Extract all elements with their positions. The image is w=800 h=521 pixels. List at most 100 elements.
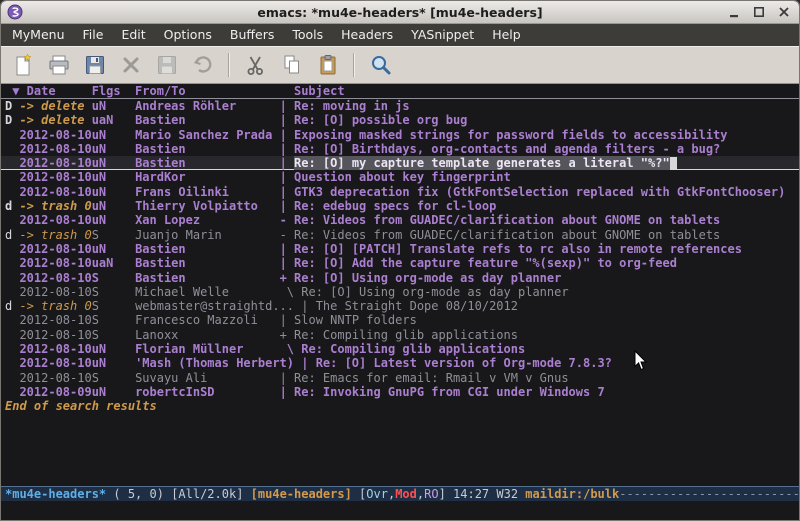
row-from: Bastien xyxy=(135,242,280,256)
modified-indicator: Mod xyxy=(395,487,417,501)
copy-button[interactable] xyxy=(278,51,305,79)
header-row[interactable]: 2012-08-10uN 'Mash (Thomas Herbert) | Re… xyxy=(1,356,799,370)
header-row[interactable]: 2012-08-10S Francesco Mazzoli | Slow NNT… xyxy=(1,313,799,327)
header-row[interactable]: 2012-08-10uN Frans Oilinki | GTK3 deprec… xyxy=(1,185,799,199)
row-subject: Re: [O] Birthdays, org-contacts and agen… xyxy=(294,142,720,156)
header-row[interactable]: 2012-08-10uN Florian Müllner \ Re: Compi… xyxy=(1,342,799,356)
echo-area[interactable] xyxy=(1,501,799,520)
maildir-path: maildir:/bulk xyxy=(525,487,619,501)
header-row[interactable]: 2012-08-10S Michael Welle \ Re: [O] Usin… xyxy=(1,285,799,299)
row-flags: uN xyxy=(92,199,135,213)
copy-icon xyxy=(280,53,304,77)
mode-line[interactable]: *mu4e-headers* ( 5, 0) [All/2.0k] [mu4e-… xyxy=(1,486,799,501)
row-from: Andreas Röhler xyxy=(135,99,280,113)
row-flags: uN xyxy=(92,385,135,399)
row-from: Bastien xyxy=(135,256,280,270)
row-date: 2012-08-10 xyxy=(19,170,91,184)
print-icon xyxy=(47,53,71,77)
row-flags: uN xyxy=(92,356,135,370)
row-from: Florian Müllner xyxy=(135,342,280,356)
major-mode[interactable]: [mu4e-headers] xyxy=(251,487,359,501)
row-subject: Re: [O] Using org-mode as day planner xyxy=(301,285,568,299)
save-button[interactable] xyxy=(81,51,108,79)
thread-indicator: | xyxy=(280,385,294,399)
row-subject: Re: [O] Add the capture feature "%(sexp)… xyxy=(294,256,677,270)
row-flags: uN xyxy=(92,185,135,199)
row-mark xyxy=(5,328,19,342)
maximize-button[interactable] xyxy=(749,4,768,20)
menu-yasnippet[interactable]: YASnippet xyxy=(402,24,483,46)
header-row[interactable]: d -> trash 0S Juanjo Marin - Re: Videos … xyxy=(1,228,799,242)
row-subject: Re: Invoking GnuPG from CGI under Window… xyxy=(294,385,605,399)
header-row[interactable]: 2012-08-10S Suvayu Ali | Re: Emacs for e… xyxy=(1,371,799,385)
header-row[interactable]: 2012-08-10uN HardKor | Question about ke… xyxy=(1,170,799,184)
print-button[interactable] xyxy=(45,51,72,79)
menu-file[interactable]: File xyxy=(74,24,113,46)
minimize-button[interactable] xyxy=(724,4,743,20)
header-row[interactable]: D -> delete uN Andreas Röhler | Re: movi… xyxy=(1,99,799,113)
headers-buffer[interactable]: ▼ Date Flgs From/To Subject D -> delete … xyxy=(1,84,799,486)
thread-indicator: | xyxy=(280,156,294,170)
undo-icon xyxy=(191,53,215,77)
row-flags: uN xyxy=(92,156,135,170)
close-buffer-icon xyxy=(119,53,143,77)
save-as-button[interactable] xyxy=(153,51,180,79)
thread-indicator: | xyxy=(280,185,294,199)
close-button[interactable] xyxy=(774,4,793,20)
paste-button[interactable] xyxy=(314,51,341,79)
buffer-name[interactable]: *mu4e-headers* xyxy=(5,487,106,501)
cut-button[interactable] xyxy=(242,51,269,79)
row-mark: d xyxy=(5,228,19,242)
close-buffer-button[interactable] xyxy=(117,51,144,79)
column-headers[interactable]: ▼ Date Flgs From/To Subject xyxy=(1,84,799,99)
row-mark xyxy=(5,313,19,327)
thread-indicator: - xyxy=(280,213,294,227)
row-date: 2012-08-09 xyxy=(19,385,91,399)
header-row[interactable]: 2012-08-10S Lanoxx + Re: Compiling glib … xyxy=(1,328,799,342)
clock: 14:27 xyxy=(453,487,496,501)
header-row[interactable]: 2012-08-10uN Mario Sanchez Prada | Expos… xyxy=(1,128,799,142)
header-row[interactable]: 2012-08-10uN Bastien | Re: [O] [PATCH] T… xyxy=(1,242,799,256)
flags-bracket: ] xyxy=(439,487,453,501)
menu-tools[interactable]: Tools xyxy=(283,24,332,46)
titlebar[interactable]: emacs: *mu4e-headers* [mu4e-headers] xyxy=(1,1,799,24)
row-mark: d xyxy=(5,299,19,313)
header-row[interactable]: d -> trash 0S webmaster@straightd... | T… xyxy=(1,299,799,313)
undo-button[interactable] xyxy=(189,51,216,79)
row-date: -> trash 0 xyxy=(19,299,91,313)
row-flags: uN xyxy=(92,170,135,184)
toolbar-separator xyxy=(228,53,230,77)
menu-mymenu[interactable]: MyMenu xyxy=(3,24,74,46)
emacs-icon xyxy=(7,4,23,20)
header-row[interactable]: 2012-08-10S Bastien + Re: [O] Using org-… xyxy=(1,271,799,285)
header-row[interactable]: 2012-08-10uN Xan Lopez - Re: Videos from… xyxy=(1,213,799,227)
row-from: Mario Sanchez Prada xyxy=(135,128,280,142)
header-row[interactable]: 2012-08-10uN Bastien | Re: [O] Birthdays… xyxy=(1,142,799,156)
menu-bar: MyMenuFileEditOptionsBuffersToolsHeaders… xyxy=(1,24,799,46)
header-row[interactable]: D -> delete uaN Bastien | Re: [O] possib… xyxy=(1,113,799,127)
row-mark xyxy=(5,213,19,227)
menu-headers[interactable]: Headers xyxy=(332,24,402,46)
row-subject: Re: [O] possible org bug xyxy=(294,113,467,127)
row-flags: uN xyxy=(92,342,135,356)
save-as-icon xyxy=(155,53,179,77)
menu-options[interactable]: Options xyxy=(155,24,221,46)
header-row[interactable]: 2012-08-10uaN Bastien | Re: [O] Add the … xyxy=(1,256,799,270)
header-row[interactable]: d -> trash 0uN Thierry Volpiatto | Re: e… xyxy=(1,199,799,213)
row-date: 2012-08-10 xyxy=(19,213,91,227)
row-flags: S xyxy=(92,371,135,385)
row-flags: uaN xyxy=(92,113,135,127)
thread-indicator: | xyxy=(280,170,294,184)
row-flags: uN xyxy=(92,213,135,227)
menu-buffers[interactable]: Buffers xyxy=(221,24,283,46)
new-file-button[interactable] xyxy=(9,51,36,79)
header-row[interactable]: 2012-08-09uN robertcInSD | Re: Invoking … xyxy=(1,385,799,399)
header-row[interactable]: 2012-08-10uN Bastien | Re: [O] my captur… xyxy=(1,156,799,170)
window-title: emacs: *mu4e-headers* [mu4e-headers] xyxy=(1,5,799,20)
thread-indicator: | xyxy=(280,128,294,142)
search-button[interactable] xyxy=(367,51,394,79)
menu-edit[interactable]: Edit xyxy=(112,24,154,46)
menu-help[interactable]: Help xyxy=(483,24,530,46)
row-subject: Question about key fingerprint xyxy=(294,170,511,184)
row-from: Xan Lopez xyxy=(135,213,280,227)
